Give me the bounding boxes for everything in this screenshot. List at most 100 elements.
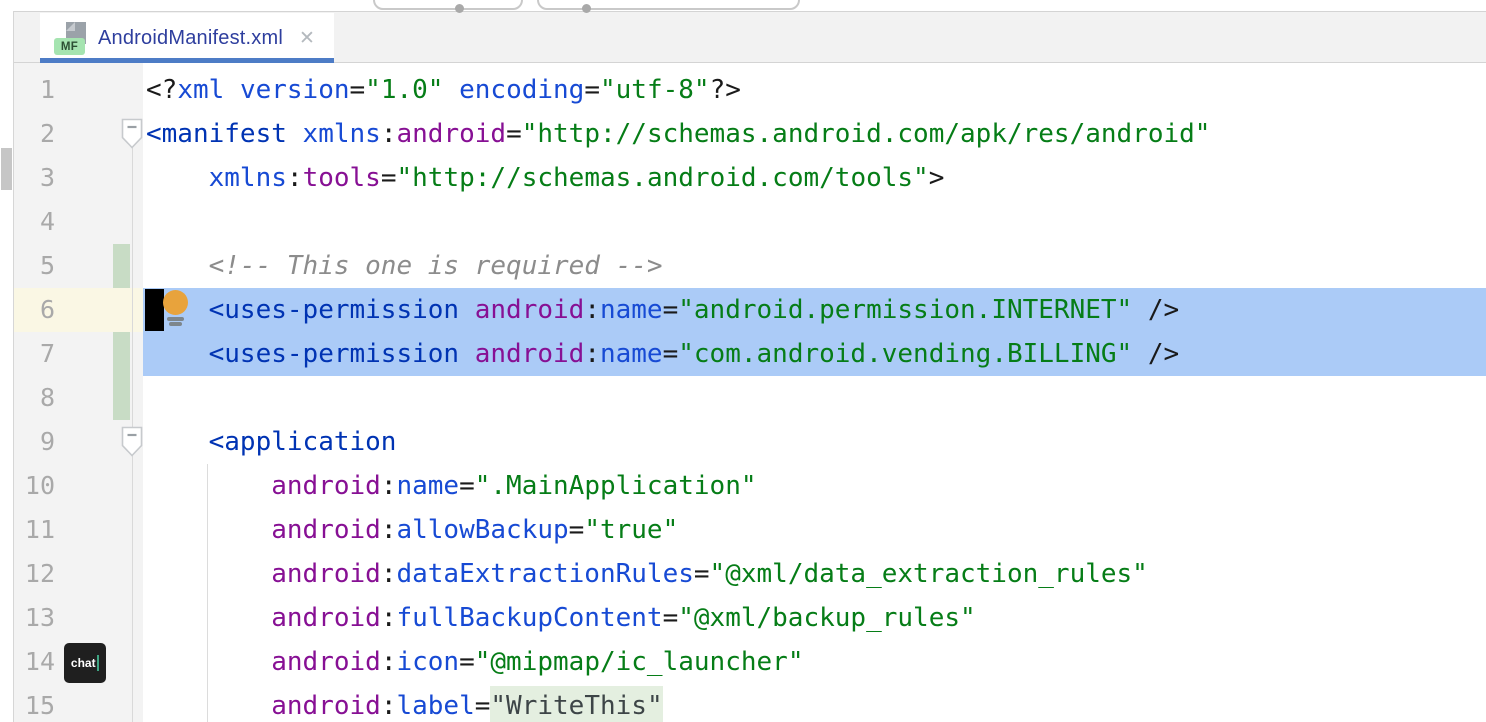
code-line[interactable]: 1 <?xml version="1.0" encoding="utf-8"?> — [0, 68, 1486, 112]
code-token: android — [396, 119, 506, 149]
code-token: <application — [209, 427, 397, 457]
code-token: "http://schemas.android.com/tools" — [397, 163, 929, 193]
cropped-toolbar-field-1[interactable] — [373, 0, 523, 10]
code-token: "@mipmap/ic_launcher" — [475, 647, 804, 677]
code-token: "http://schemas.android.com/apk/res/andr… — [522, 119, 1211, 149]
code-token: name — [396, 471, 459, 501]
code-token: name — [600, 295, 663, 325]
code-token: android — [271, 647, 381, 677]
code-token: : — [584, 295, 600, 325]
code-line[interactable]: 9 <application — [0, 420, 1486, 464]
code-token: "com.android.vending.BILLING" — [678, 339, 1132, 369]
line-number[interactable]: 6 — [14, 288, 55, 332]
code-token — [459, 295, 475, 325]
line-number[interactable]: 2 — [14, 112, 55, 156]
code-token: /> — [1132, 339, 1179, 369]
code-token — [146, 603, 271, 633]
line-number[interactable]: 14 — [14, 640, 55, 684]
code-line[interactable]: 6 <uses-permission android:name="android… — [0, 288, 1486, 332]
code-token: > — [929, 163, 945, 193]
code-line[interactable]: 13 android:fullBackupContent="@xml/backu… — [0, 596, 1486, 640]
code-token — [146, 427, 209, 457]
line-number[interactable]: 9 — [14, 420, 55, 464]
code-text: android:label="WriteThis" — [146, 684, 663, 722]
lightbulb-part — [167, 317, 184, 321]
chat-caret — [97, 655, 100, 671]
top-strip — [0, 0, 1486, 12]
code-line[interactable]: 15 android:label="WriteThis" — [0, 684, 1486, 722]
code-token: xmlns — [303, 119, 381, 149]
code-line[interactable]: 7 <uses-permission android:name="com.and… — [0, 332, 1486, 376]
line-number[interactable]: 15 — [14, 684, 55, 722]
chat-cursor-badge: chat — [64, 643, 106, 683]
code-token: tools — [303, 163, 381, 193]
code-token: icon — [396, 647, 459, 677]
line-number[interactable]: 3 — [14, 156, 55, 200]
code-line[interactable]: 10 android:name=".MainApplication" — [0, 464, 1486, 508]
code-token: : — [381, 691, 397, 721]
code-line[interactable]: 8 — [0, 376, 1486, 420]
code-token: android — [475, 295, 585, 325]
code-text: <manifest xmlns:android="http://schemas.… — [146, 112, 1210, 156]
line-number[interactable]: 11 — [14, 508, 55, 552]
code-line[interactable]: 2 <manifest xmlns:android="http://schemas… — [0, 112, 1486, 156]
code-token — [146, 691, 271, 721]
code-token: <? — [146, 75, 177, 105]
close-tab-icon[interactable]: ✕ — [299, 29, 315, 48]
code-text: android:icon="@mipmap/ic_launcher" — [146, 640, 803, 684]
code-text: <uses-permission android:name="android.p… — [146, 288, 1179, 332]
cropped-toolbar-field-2[interactable] — [537, 0, 800, 10]
line-number[interactable]: 5 — [14, 244, 55, 288]
code-line[interactable]: 4 — [0, 200, 1486, 244]
line-number[interactable]: 13 — [14, 596, 55, 640]
code-text: <uses-permission android:name="com.andro… — [146, 332, 1179, 376]
line-number[interactable]: 12 — [14, 552, 55, 596]
tab-androidmanifest[interactable]: MF AndroidManifest.xml ✕ — [40, 13, 334, 63]
code-text: xmlns:tools="http://schemas.android.com/… — [146, 156, 944, 200]
code-token — [287, 119, 303, 149]
line-number[interactable]: 8 — [14, 376, 55, 420]
code-token: <!-- This one is required --> — [209, 251, 663, 281]
code-text: android:name=".MainApplication" — [146, 464, 757, 508]
left-tool-strip — [0, 11, 14, 722]
code-token: = — [459, 647, 475, 677]
code-text: android:dataExtractionRules="@xml/data_e… — [146, 552, 1148, 596]
code-token: <uses-permission — [209, 295, 459, 325]
code-token: = — [459, 471, 475, 501]
fold-collapse-icon[interactable] — [121, 118, 143, 149]
code-line[interactable]: 12 android:dataExtractionRules="@xml/dat… — [0, 552, 1486, 596]
code-text: <?xml version="1.0" encoding="utf-8"?> — [146, 68, 741, 112]
code-token — [146, 515, 271, 545]
code-token: = — [381, 163, 397, 193]
code-line[interactable]: 11 android:allowBackup="true" — [0, 508, 1486, 552]
code-token: android — [271, 603, 381, 633]
line-number[interactable]: 7 — [14, 332, 55, 376]
line-number[interactable]: 4 — [14, 200, 55, 244]
code-token: : — [381, 471, 397, 501]
code-token: label — [396, 691, 474, 721]
code-token: = — [663, 603, 679, 633]
active-tab-underline — [40, 58, 334, 63]
code-token: : — [287, 163, 303, 193]
code-token: = — [694, 559, 710, 589]
code-token: ?> — [710, 75, 741, 105]
code-line[interactable]: 3 xmlns:tools="http://schemas.android.co… — [0, 156, 1486, 200]
line-number[interactable]: 10 — [14, 464, 55, 508]
code-token — [443, 75, 459, 105]
scrollbar-thumb[interactable] — [1, 148, 12, 190]
code-token — [146, 251, 209, 281]
code-token: "@xml/data_extraction_rules" — [710, 559, 1148, 589]
code-token: fullBackupContent — [396, 603, 662, 633]
code-editor[interactable]: chat 1 <?xml version="1.0" encoding="utf-… — [0, 62, 1486, 722]
intention-lightbulb-icon[interactable] — [162, 290, 190, 328]
editor-tab-bar: MF AndroidManifest.xml ✕ — [14, 12, 1486, 63]
code-text: <application — [146, 420, 396, 464]
line-number[interactable]: 1 — [14, 68, 55, 112]
code-token: android — [271, 559, 381, 589]
code-token: encoding — [459, 75, 584, 105]
fold-collapse-icon[interactable] — [121, 426, 143, 457]
code-token: : — [584, 339, 600, 369]
code-line[interactable]: 14 android:icon="@mipmap/ic_launcher" — [0, 640, 1486, 684]
ide-screen: MF AndroidManifest.xml ✕ chat 1 <?xml ver… — [0, 0, 1486, 722]
code-line[interactable]: 5 <!-- This one is required --> — [0, 244, 1486, 288]
